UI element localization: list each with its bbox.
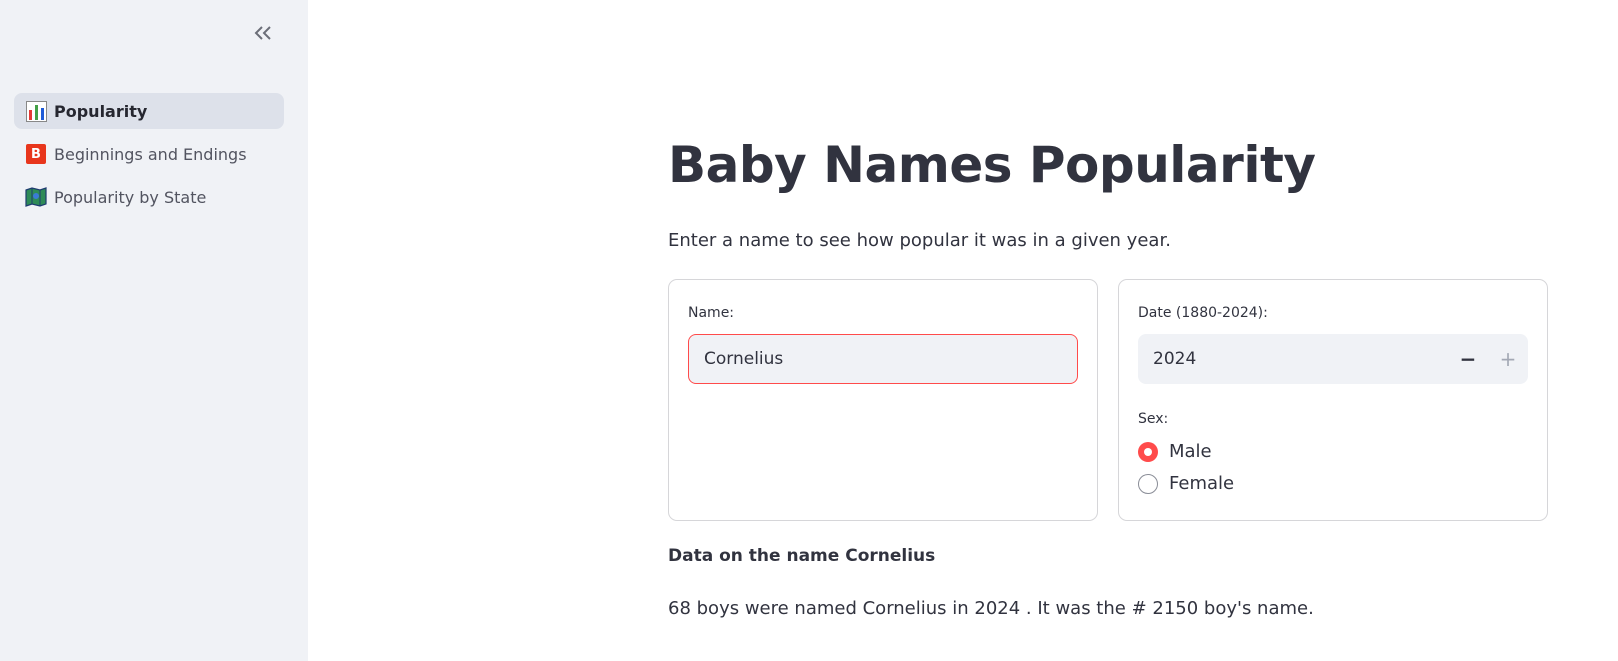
options-card: Date (1880-2024): − + Sex: Male Female [1118, 279, 1548, 521]
radio-female[interactable]: Female [1138, 473, 1234, 494]
sidebar-item-label: Beginnings and Endings [54, 144, 247, 164]
sidebar-item-popularity-by-state[interactable]: Popularity by State [14, 179, 284, 215]
radio-label: Female [1169, 473, 1235, 494]
date-field-label: Date (1880-2024): [1138, 305, 1268, 321]
sidebar-item-beginnings-and-endings[interactable]: B Beginnings and Endings [14, 136, 284, 172]
sidebar-item-popularity[interactable]: Popularity [14, 93, 284, 129]
decrement-button[interactable]: − [1448, 334, 1488, 384]
radio-label: Male [1169, 441, 1212, 462]
name-input[interactable] [688, 334, 1078, 384]
date-number-input: − + [1138, 334, 1528, 384]
date-input[interactable] [1138, 334, 1438, 384]
sidebar: Popularity B Beginnings and Endings Popu… [0, 0, 308, 661]
sex-field-label: Sex: [1138, 411, 1169, 427]
double-chevron-left-icon [254, 26, 271, 40]
b-badge-icon: B [26, 144, 46, 164]
radio-unchecked-icon [1138, 473, 1158, 494]
map-icon [25, 186, 47, 208]
name-field-label: Name: [688, 305, 735, 321]
name-card: Name: [668, 279, 1098, 521]
page-title: Baby Names Popularity [668, 136, 1316, 194]
bar-chart-icon [25, 100, 47, 122]
sidebar-nav: Popularity B Beginnings and Endings Popu… [14, 93, 284, 222]
collapse-sidebar-button[interactable] [248, 18, 278, 48]
increment-button[interactable]: + [1488, 334, 1528, 384]
main-content: Baby Names Popularity Enter a name to se… [308, 0, 1618, 661]
result-text: 68 boys were named Cornelius in 2024 . I… [668, 598, 1314, 619]
radio-male[interactable]: Male [1138, 441, 1212, 462]
data-heading: Data on the name Cornelius [668, 546, 936, 566]
sidebar-item-label: Popularity by State [54, 187, 207, 207]
page-subtitle: Enter a name to see how popular it was i… [668, 230, 1171, 251]
radio-checked-icon [1138, 441, 1158, 462]
sidebar-item-label: Popularity [54, 101, 148, 121]
